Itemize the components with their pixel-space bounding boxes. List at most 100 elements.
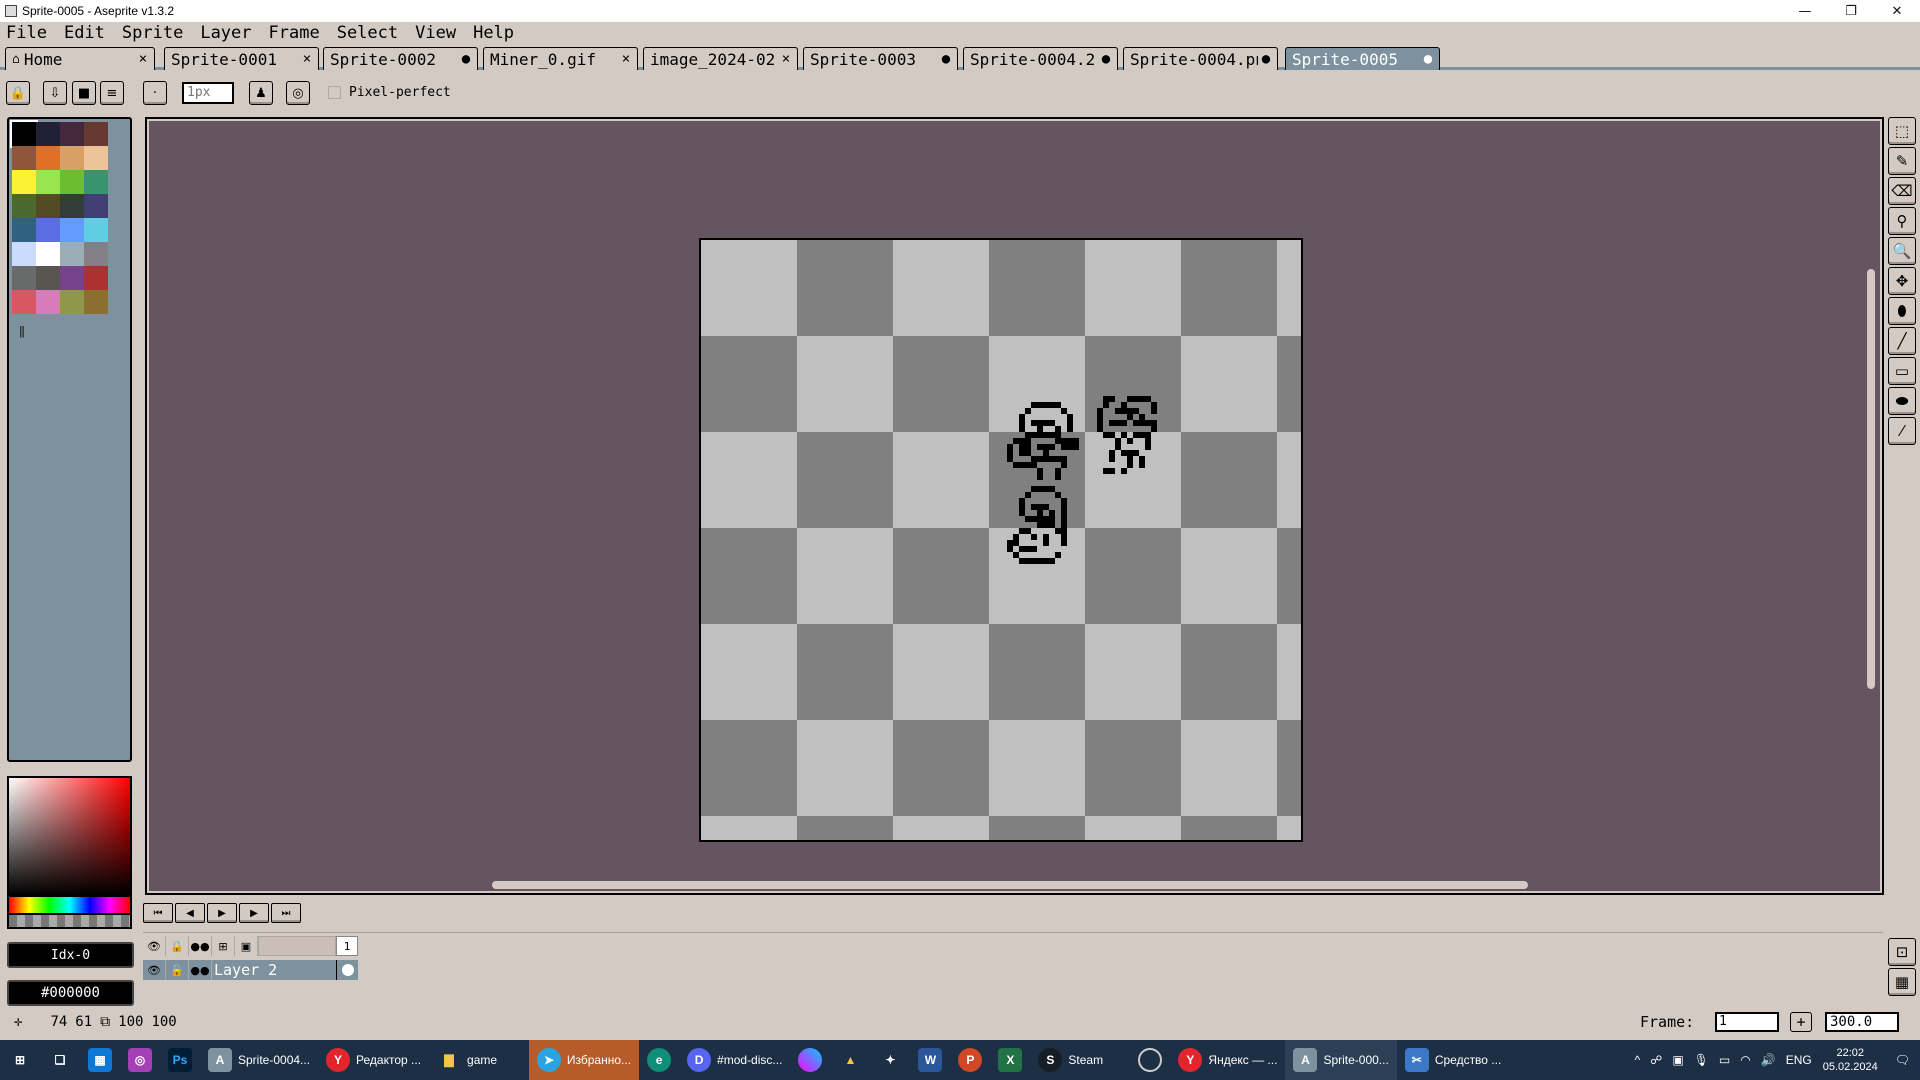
tab-close-icon[interactable]: × (299, 51, 315, 67)
layer-row[interactable]: 👁 🔓 ●● Layer 2 (143, 960, 358, 980)
contour-icon[interactable]: ⬬ (1888, 387, 1916, 415)
previous-frame-icon[interactable]: ◀ (175, 903, 205, 923)
tab-home[interactable]: ⌂ Home × (5, 47, 155, 70)
menu-help[interactable]: Help (473, 23, 514, 43)
palette-swatch[interactable] (60, 146, 84, 170)
menu-sprite[interactable]: Sprite (122, 23, 183, 43)
menu-layer[interactable]: Layer (200, 23, 251, 43)
blur-icon[interactable]: ⁄ (1888, 417, 1916, 445)
palette-swatch[interactable] (60, 242, 84, 266)
symmetry-icon[interactable]: ◎ (286, 81, 310, 105)
instagram-button[interactable]: ◎ (120, 1040, 160, 1080)
palette-swatch[interactable] (60, 122, 84, 146)
layer-lock-icon[interactable]: 🔓 (166, 960, 189, 980)
palette-swatch[interactable] (12, 242, 36, 266)
visibility-header-icon[interactable]: 👁 (143, 936, 166, 956)
tab-sprite-0005[interactable]: Sprite-0005 ● (1285, 47, 1440, 70)
vertical-scrollbar[interactable] (1867, 269, 1875, 689)
palette-swatch[interactable] (84, 146, 108, 170)
layer-name[interactable]: Layer 2 (212, 960, 336, 980)
store-button[interactable]: ▦ (80, 1040, 120, 1080)
brush-round-icon[interactable]: ⇩ (43, 81, 67, 105)
taskbar-yandex-editor[interactable]: Y Редактор ... (318, 1040, 429, 1080)
color-index-field[interactable]: Idx-0 (7, 942, 134, 968)
hue-slider[interactable] (7, 897, 132, 915)
tab-sprite-0001[interactable]: Sprite-0001 × (164, 47, 319, 70)
cel[interactable] (336, 960, 358, 980)
taskbar-discord[interactable]: D #mod-disc... (679, 1040, 790, 1080)
first-frame-icon[interactable]: ⏮ (143, 903, 173, 923)
palette-swatch[interactable] (12, 266, 36, 290)
frame-input[interactable]: 1 (1715, 1012, 1779, 1032)
menu-edit[interactable]: Edit (64, 23, 105, 43)
excel-button[interactable]: X (990, 1040, 1030, 1080)
volume-icon[interactable]: 🔊 (1761, 1053, 1776, 1067)
palette-swatch[interactable] (84, 218, 108, 242)
paint-bucket-icon[interactable]: ⬮ (1888, 297, 1916, 325)
warning-app-button[interactable]: ▲ (830, 1040, 870, 1080)
tab-close-icon[interactable]: × (778, 51, 794, 67)
lock-icon[interactable]: 🔒 (6, 81, 30, 105)
tab-miner-gif[interactable]: Miner_0.gif × (483, 47, 638, 70)
eraser-icon[interactable]: ⌫ (1888, 177, 1916, 205)
palette-swatch[interactable] (12, 194, 36, 218)
palette-swatch[interactable] (36, 242, 60, 266)
brush-square-icon[interactable]: ■ (72, 81, 96, 105)
palette-swatch[interactable] (36, 146, 60, 170)
close-button[interactable]: ✕ (1874, 0, 1920, 22)
brush-size-input[interactable]: 1px (182, 82, 234, 104)
taskbar-folder-game[interactable]: ▇ game (429, 1040, 529, 1080)
palette-swatch[interactable] (84, 290, 108, 314)
ink-icon[interactable]: ♟ (249, 81, 273, 105)
palette-swatch[interactable] (60, 218, 84, 242)
tab-modified-icon[interactable]: ● (458, 51, 474, 67)
start-button[interactable]: ⊞ (0, 1040, 40, 1080)
taskbar-telegram[interactable]: ➤ Избранно... (529, 1040, 640, 1080)
menu-file[interactable]: File (6, 23, 47, 43)
move-icon[interactable]: ✥ (1888, 267, 1916, 295)
clock[interactable]: 22:02 05.02.2024 (1823, 1046, 1878, 1074)
palette-swatch[interactable] (12, 146, 36, 170)
menu-frame[interactable]: Frame (269, 23, 320, 43)
zoom-input[interactable]: 300.0 (1825, 1012, 1899, 1032)
tab-sprite-0003[interactable]: Sprite-0003 ● (803, 47, 958, 70)
color-hex-field[interactable]: #000000 (7, 980, 134, 1006)
taskbar-steam[interactable]: S Steam (1030, 1040, 1130, 1080)
palette-swatch[interactable] (12, 170, 36, 194)
pixel-perfect-toggle[interactable]: Pixel-perfect (328, 85, 451, 100)
palette-swatch[interactable] (36, 170, 60, 194)
wifi-icon[interactable]: ◠ (1740, 1053, 1750, 1067)
tab-sprite-0004-png[interactable]: Sprite-0004.pnc ● (1123, 47, 1278, 70)
tab-sprite-0002[interactable]: Sprite-0002 ● (323, 47, 478, 70)
pixel-perfect-checkbox[interactable] (328, 86, 341, 99)
layer-visibility-icon[interactable]: 👁 (143, 960, 166, 980)
microphone-icon[interactable]: 🎙 (1694, 1053, 1709, 1067)
input-language[interactable]: ENG (1786, 1053, 1812, 1067)
last-frame-icon[interactable]: ⏭ (271, 903, 301, 923)
tab-modified-icon[interactable]: ● (1258, 51, 1274, 67)
palette-swatch[interactable] (12, 290, 36, 314)
game-app-button[interactable]: ✦ (870, 1040, 910, 1080)
brush-line-icon[interactable]: ≡ (100, 81, 124, 105)
zoom-icon[interactable]: 🔍 (1888, 237, 1916, 265)
play-icon[interactable]: ▶ (207, 903, 237, 923)
tray-network-app-icon[interactable]: ☍ (1650, 1053, 1662, 1067)
rectangle-icon[interactable]: ▭ (1888, 357, 1916, 385)
palette-swatch[interactable] (84, 242, 108, 266)
tab-modified-icon[interactable]: ● (938, 51, 954, 67)
palette-swatch[interactable] (60, 290, 84, 314)
onion-skin-icon[interactable]: ⊞ (212, 936, 235, 956)
sprite-canvas[interactable] (699, 238, 1303, 842)
maximize-button[interactable]: ❐ (1828, 0, 1874, 22)
sprite-editor[interactable] (145, 117, 1884, 895)
task-view-button[interactable]: ❏ (40, 1040, 80, 1080)
palette-swatch[interactable] (84, 122, 108, 146)
tab-modified-icon[interactable]: ● (1098, 51, 1114, 67)
palette-swatch[interactable] (12, 218, 36, 242)
alpha-slider[interactable] (7, 915, 132, 929)
color-app-button[interactable] (790, 1040, 830, 1080)
obs-button[interactable] (1130, 1040, 1170, 1080)
palette-swatch[interactable] (84, 170, 108, 194)
rectangular-marquee-icon[interactable]: ⬚ (1888, 117, 1916, 145)
taskbar-aseprite-2[interactable]: A Sprite-000... (1285, 1040, 1397, 1080)
